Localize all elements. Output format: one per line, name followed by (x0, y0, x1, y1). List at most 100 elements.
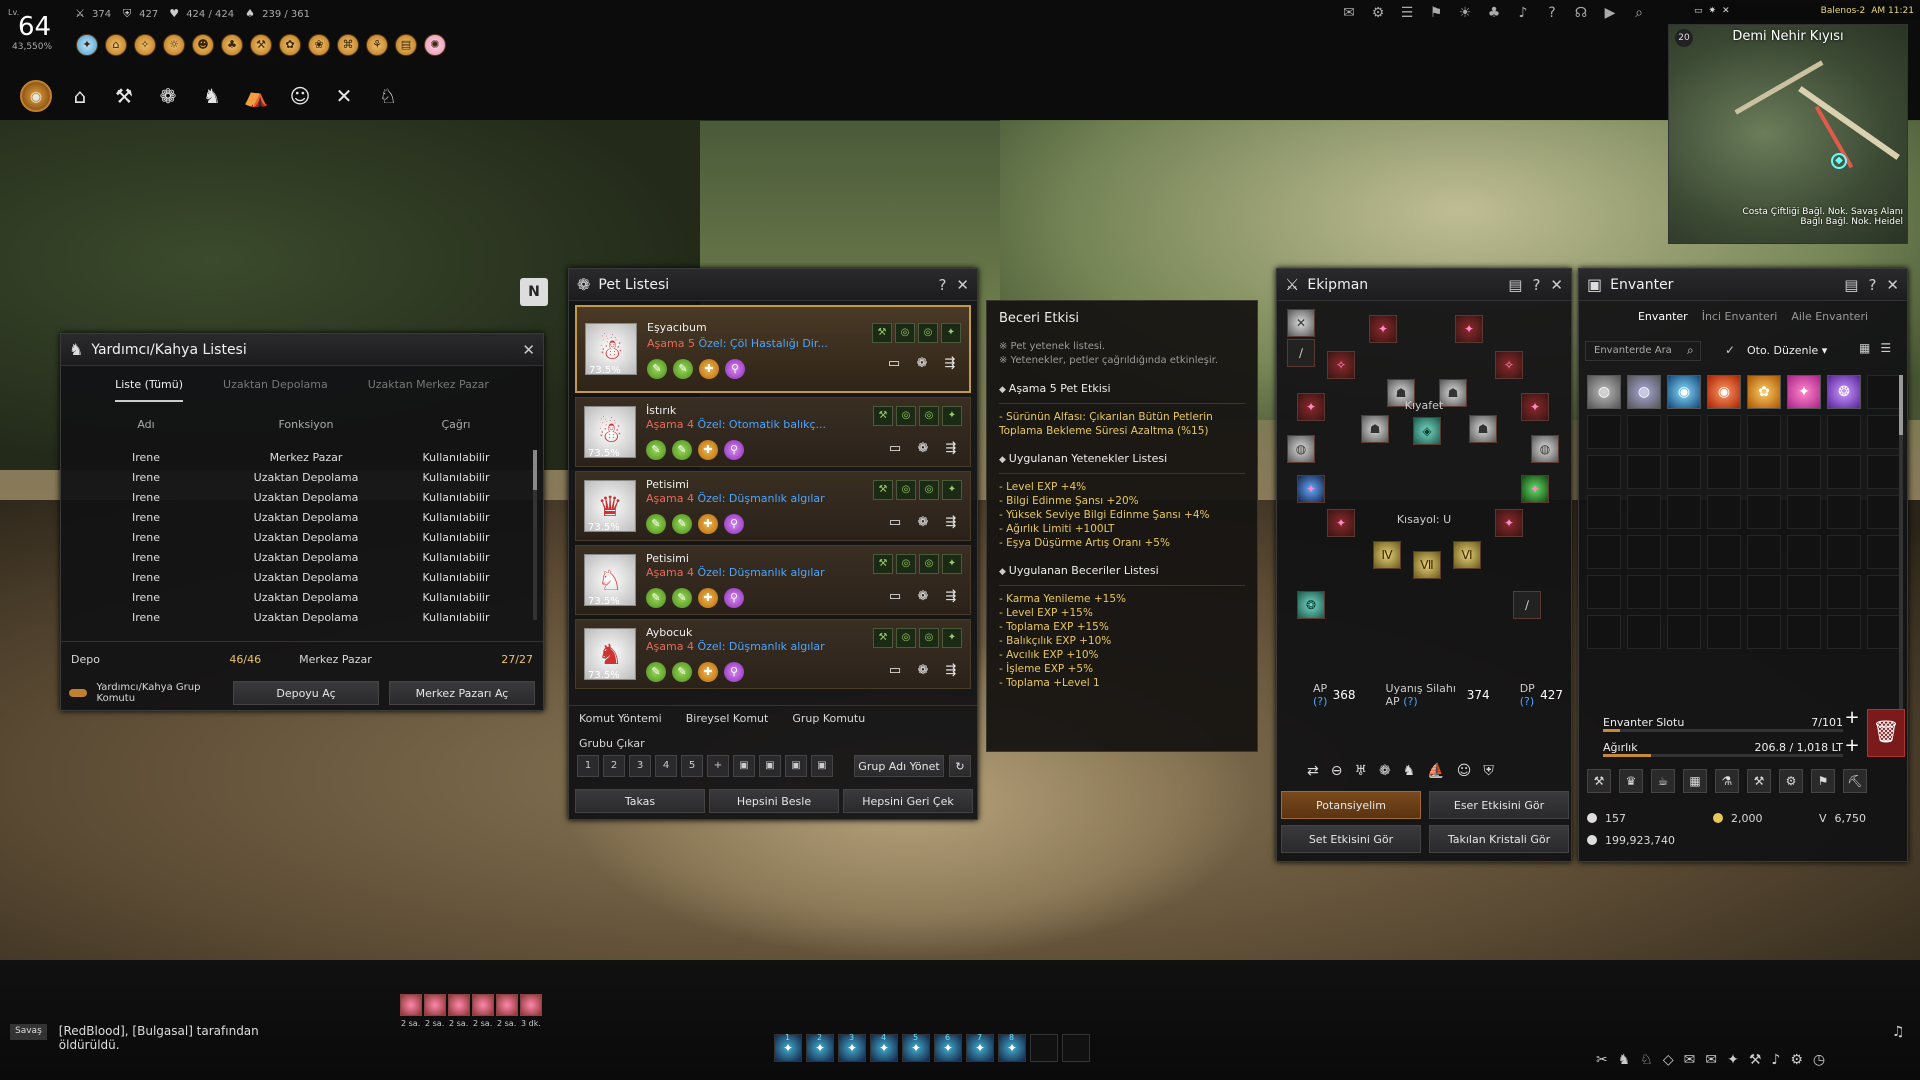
feed-icon[interactable]: ▭ (884, 586, 906, 608)
inventory-search-input[interactable]: Envanterde Ara (1585, 341, 1701, 361)
buff-icon[interactable]: 2 sa. (472, 994, 494, 1028)
tab-family-inventory[interactable]: Aile Envanteri (1791, 310, 1868, 323)
equip-slot[interactable]: ◈ (1413, 417, 1441, 445)
equip-slot[interactable]: ☗ (1361, 415, 1389, 443)
inventory-item[interactable]: ❂ (1827, 375, 1861, 409)
feed-icon[interactable]: ▭ (884, 512, 906, 534)
equip-slot[interactable]: ∕ (1513, 591, 1541, 619)
buff-icon[interactable]: ▤ (395, 34, 417, 56)
close-icon[interactable]: ✕ (522, 341, 535, 359)
release-icon[interactable]: ⇶ (940, 512, 962, 534)
inventory-slot[interactable] (1707, 455, 1741, 489)
person-icon[interactable]: ☺ (1457, 763, 1472, 779)
pet-card[interactable]: ♘ 73.5% Petisimi Aşama 4 Özel: Düşmanlık al… (575, 545, 971, 615)
headset-icon[interactable]: ☊ (1572, 4, 1590, 22)
inventory-slot[interactable] (1587, 495, 1621, 529)
equip-slot[interactable]: ✕ (1287, 309, 1315, 337)
equip-slot[interactable]: ✦ (1297, 475, 1325, 503)
checkbox-icon[interactable]: ✓ (1725, 343, 1735, 357)
feed-all-button[interactable]: Hepsini Besle (709, 789, 839, 813)
network-icon[interactable]: ⚑ (1427, 4, 1445, 22)
inventory-slot[interactable] (1867, 415, 1901, 449)
horse-icon[interactable]: ♘ (1640, 1052, 1653, 1068)
quick-slot[interactable]: 6 ✦ (934, 1033, 962, 1062)
inventory-slot[interactable] (1867, 575, 1901, 609)
crystal-view-button[interactable]: Takılan Kristali Gör (1429, 825, 1569, 853)
inventory-slot[interactable] (1867, 615, 1901, 649)
buff-icon[interactable]: ✺ (424, 34, 446, 56)
inventory-slot[interactable] (1867, 375, 1901, 409)
process-icon[interactable]: ⚙ (1779, 769, 1803, 793)
inventory-slot[interactable] (1787, 495, 1821, 529)
help-icon[interactable]: ? (1868, 276, 1876, 294)
inventory-slot[interactable] (1627, 535, 1661, 569)
buff-icon[interactable]: ⌂ (105, 34, 127, 56)
paw-icon[interactable]: ❁ (912, 438, 934, 460)
grid-view-icon[interactable]: ▦ (1859, 341, 1870, 355)
quick-slot[interactable]: 7 ✦ (966, 1033, 994, 1062)
auto-sort-dropdown[interactable]: Oto. Düzenle ▾ (1747, 341, 1847, 361)
quick-slot[interactable]: 2 ✦ (806, 1033, 834, 1062)
table-row[interactable]: Irene Uzaktan Depolama Kullanılabilir (61, 467, 543, 487)
pet-card[interactable]: ☃ 73.5% İstırık Aşama 4 Özel: Otomatik balı… (575, 397, 971, 467)
close-icon[interactable]: ✕ (1886, 276, 1899, 294)
feed-icon[interactable]: ▭ (884, 660, 906, 682)
buff-icon[interactable]: ♣ (221, 34, 243, 56)
release-icon[interactable]: ⇶ (940, 660, 962, 682)
inventory-item[interactable]: ✿ (1747, 375, 1781, 409)
paw-icon[interactable]: ❁ (912, 586, 934, 608)
refresh-icon[interactable]: ↻ (949, 755, 971, 777)
inventory-slot[interactable] (1707, 415, 1741, 449)
inventory-slot[interactable] (1827, 455, 1861, 489)
mail-icon[interactable]: ✉ (1705, 1052, 1717, 1068)
inventory-item[interactable]: ◍ (1587, 375, 1621, 409)
quick-slot[interactable]: 4 ✦ (870, 1033, 898, 1062)
inventory-slot[interactable] (1667, 415, 1701, 449)
equip-slot[interactable]: Ⅶ (1413, 551, 1441, 579)
equip-slot[interactable]: ✦ (1521, 475, 1549, 503)
pet-card[interactable]: ☃ 73.5% Eşyacıbum Aşama 5 Özel: Çöl Hastalı… (575, 305, 971, 393)
close-icon[interactable]: ✕ (1550, 276, 1563, 294)
buff-icon[interactable]: 3 dk. (520, 994, 542, 1028)
feed-icon[interactable]: ▭ (883, 353, 905, 375)
gift-icon[interactable]: ✉ (1684, 1052, 1696, 1068)
skill-icon[interactable]: ✂ (1596, 1052, 1608, 1068)
inventory-slot[interactable] (1587, 415, 1621, 449)
quick-slot[interactable]: 1 ✦ (774, 1033, 802, 1062)
trash-icon[interactable]: 🗑 (1867, 709, 1905, 757)
equip-slot[interactable]: ✧ (1327, 351, 1355, 379)
table-row[interactable]: Irene Merkez Pazar Kullanılabilir (61, 447, 543, 467)
lock-icon[interactable]: ▣ (733, 755, 755, 777)
list-icon[interactable]: ☰ (1398, 4, 1416, 22)
horse-icon[interactable]: ♞ (196, 81, 228, 111)
gear-icon[interactable]: ⚙ (1369, 4, 1387, 22)
scrollbar[interactable] (533, 450, 537, 620)
tools-icon[interactable]: ⚒ (1749, 1052, 1762, 1068)
inventory-item[interactable]: ◉ (1667, 375, 1701, 409)
quick-slot[interactable] (1030, 1034, 1058, 1062)
buff-icon[interactable]: ⌘ (337, 34, 359, 56)
buff-icon[interactable]: 2 sa. (400, 994, 422, 1028)
solare-icon[interactable]: ☀ (1456, 4, 1474, 22)
paw-icon[interactable]: ❁ (912, 660, 934, 682)
repair-icon[interactable]: ⚑ (1811, 769, 1835, 793)
table-row[interactable]: Irene Uzaktan Depolama Kullanılabilir (61, 507, 543, 527)
equip-slot[interactable]: ∕ (1287, 339, 1315, 367)
close-icon[interactable]: ✕ (956, 276, 969, 294)
equip-slot[interactable]: Ⅵ (1453, 541, 1481, 569)
group-command-toggle[interactable] (69, 689, 87, 697)
craft-icon[interactable]: ⚒ (1587, 769, 1611, 793)
hammer-icon[interactable]: ⚒ (1747, 769, 1771, 793)
quick-slot[interactable]: 3 ✦ (838, 1033, 866, 1062)
tree-icon[interactable]: ♣ (1485, 4, 1503, 22)
add-weight-button[interactable]: + (1841, 735, 1863, 757)
release-icon[interactable]: ⇶ (939, 353, 961, 375)
group-5-button[interactable]: 5 (681, 755, 703, 777)
document-icon[interactable]: ▤ (1508, 276, 1522, 294)
inventory-slot[interactable] (1667, 535, 1701, 569)
equip-slot[interactable]: ◍ (1287, 435, 1315, 463)
document-icon[interactable]: ▤ (1844, 276, 1858, 294)
inventory-slot[interactable] (1747, 535, 1781, 569)
equip-slot[interactable]: ✧ (1495, 351, 1523, 379)
search-icon[interactable]: ⌕ (1630, 4, 1648, 22)
